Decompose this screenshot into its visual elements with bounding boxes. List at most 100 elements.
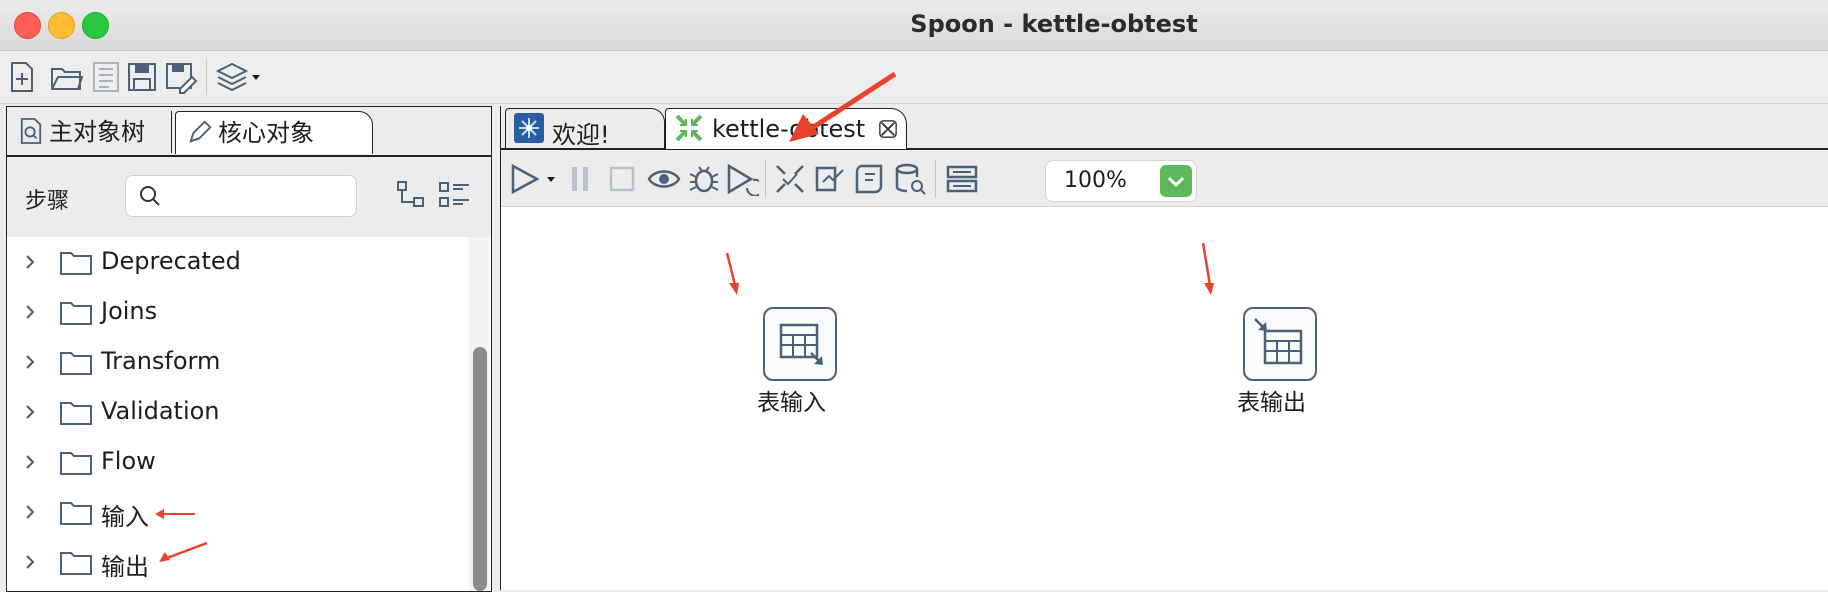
check-transformation-icon bbox=[776, 165, 804, 193]
zoom-select[interactable]: 100% bbox=[1045, 160, 1197, 202]
tab-welcome[interactable]: 欢迎! bbox=[505, 108, 665, 149]
explore-repository-button[interactable] bbox=[88, 59, 124, 95]
stop-button[interactable] bbox=[605, 162, 639, 196]
tab-main-object-tree[interactable]: 主对象树 bbox=[7, 111, 172, 153]
bug-icon bbox=[689, 166, 719, 193]
toolbar-separator bbox=[206, 59, 207, 95]
editor-panel: 欢迎! kettle-obtest 100% 表输入 表输出 bbox=[500, 72, 1828, 590]
pause-button[interactable] bbox=[563, 162, 597, 196]
steps-label: 步骤 bbox=[25, 189, 70, 214]
open-file-button[interactable] bbox=[48, 59, 84, 95]
tree-item[interactable]: 输入 bbox=[7, 491, 465, 539]
chevron-right-icon[interactable] bbox=[21, 303, 39, 321]
annotation-arrow bbox=[159, 541, 208, 562]
folder-icon bbox=[60, 552, 92, 575]
open-folder-icon bbox=[51, 68, 84, 90]
steps-search-input[interactable] bbox=[125, 175, 357, 217]
annotation-arrow bbox=[725, 252, 739, 295]
tab-label: 核心对象 bbox=[218, 119, 314, 147]
table-output-icon bbox=[1254, 318, 1303, 365]
replay-button[interactable] bbox=[725, 162, 764, 197]
chevron-right-icon[interactable] bbox=[21, 353, 39, 371]
tree-item-label: Transform bbox=[101, 347, 221, 375]
tree-item-label: 输入 bbox=[101, 503, 149, 531]
zoom-dropdown-button[interactable] bbox=[1160, 165, 1192, 197]
tree-item[interactable]: Validation bbox=[7, 391, 465, 439]
chevron-right-icon[interactable] bbox=[21, 503, 39, 521]
tree-item[interactable]: Flow bbox=[7, 441, 465, 489]
tree-item[interactable]: 输出 bbox=[7, 541, 465, 589]
table-input-icon bbox=[779, 323, 823, 365]
tree-item[interactable]: Transform bbox=[7, 341, 465, 389]
tree-scrollbar[interactable] bbox=[469, 237, 489, 591]
layers-icon bbox=[215, 62, 260, 92]
chevron-right-icon[interactable] bbox=[21, 453, 39, 471]
window-title: Spoon - kettle-obtest bbox=[910, 10, 1198, 38]
pause-icon bbox=[572, 167, 588, 191]
table-output-step[interactable] bbox=[1243, 307, 1317, 381]
preview-button[interactable] bbox=[647, 162, 681, 196]
tree-item-label: Deprecated bbox=[101, 247, 241, 275]
replay-icon bbox=[727, 163, 764, 197]
tree-item[interactable]: Joins bbox=[7, 291, 465, 339]
save-as-icon bbox=[166, 63, 198, 94]
tree-item-label: Validation bbox=[101, 397, 220, 425]
eye-icon bbox=[647, 170, 681, 188]
folder-icon bbox=[60, 302, 92, 325]
zoom-value: 100% bbox=[1064, 168, 1127, 193]
hierarchy-icon bbox=[397, 181, 424, 207]
folder-icon bbox=[60, 252, 92, 275]
database-search-icon bbox=[895, 163, 926, 195]
chevron-down-icon bbox=[1167, 176, 1185, 188]
show-results-button[interactable] bbox=[945, 162, 979, 196]
tree-item[interactable]: Deprecated bbox=[7, 241, 465, 289]
transformation-canvas[interactable]: 表输入 表输出 bbox=[501, 207, 1828, 590]
toolbar-separator bbox=[935, 160, 936, 198]
table-input-label: 表输入 bbox=[757, 390, 826, 416]
table-input-step[interactable] bbox=[763, 307, 837, 381]
annotation-arrow bbox=[789, 72, 897, 142]
chevron-right-icon[interactable] bbox=[21, 553, 39, 571]
collapse-tree-button[interactable] bbox=[395, 179, 427, 211]
annotation-arrow bbox=[155, 509, 195, 519]
annotation-arrow bbox=[1201, 242, 1214, 295]
expand-tree-button[interactable] bbox=[437, 179, 471, 211]
folder-icon bbox=[60, 452, 92, 475]
welcome-icon bbox=[514, 113, 544, 143]
editor-tab-bar: 欢迎! kettle-obtest bbox=[501, 72, 1828, 150]
impact-icon bbox=[815, 166, 844, 192]
transformation-icon bbox=[675, 114, 703, 142]
save-as-button[interactable] bbox=[162, 59, 198, 95]
explore-database-button[interactable] bbox=[893, 162, 927, 196]
save-button[interactable] bbox=[124, 59, 160, 95]
tree-item-label: Flow bbox=[101, 447, 156, 475]
steps-header: 步骤 bbox=[7, 157, 491, 237]
run-button[interactable] bbox=[509, 162, 559, 196]
window-title-bar: Spoon - kettle-obtest bbox=[0, 0, 1828, 51]
tab-label: 欢迎! bbox=[552, 121, 610, 149]
search-icon bbox=[140, 186, 160, 206]
save-icon bbox=[128, 63, 156, 91]
verify-button[interactable] bbox=[773, 162, 807, 196]
editor-toolbar: 100% bbox=[501, 150, 1828, 207]
list-icon bbox=[439, 182, 469, 207]
tree-item-label: Joins bbox=[101, 297, 158, 325]
chevron-right-icon[interactable] bbox=[21, 403, 39, 421]
steps-tree: Deprecated Joins Transform Validation Fl… bbox=[7, 237, 465, 591]
new-file-button[interactable] bbox=[4, 59, 40, 95]
perspective-button[interactable] bbox=[214, 59, 262, 95]
impact-analysis-button[interactable] bbox=[813, 162, 847, 196]
table-output-label: 表输出 bbox=[1237, 390, 1306, 416]
tab-core-objects[interactable]: 核心对象 bbox=[175, 111, 373, 154]
debug-button[interactable] bbox=[687, 162, 721, 196]
left-panel: 主对象树 核心对象 步骤 Deprecated Joins Transform … bbox=[6, 106, 492, 592]
scrollbar-thumb[interactable] bbox=[473, 347, 487, 591]
chevron-right-icon[interactable] bbox=[21, 253, 39, 271]
stop-icon bbox=[609, 166, 635, 192]
generate-sql-button[interactable] bbox=[853, 162, 887, 196]
left-tab-bar: 主对象树 核心对象 bbox=[7, 107, 491, 157]
new-file-icon bbox=[11, 62, 33, 92]
results-pane-icon bbox=[946, 165, 978, 193]
repository-icon bbox=[93, 62, 119, 92]
tree-search-icon bbox=[20, 118, 42, 144]
